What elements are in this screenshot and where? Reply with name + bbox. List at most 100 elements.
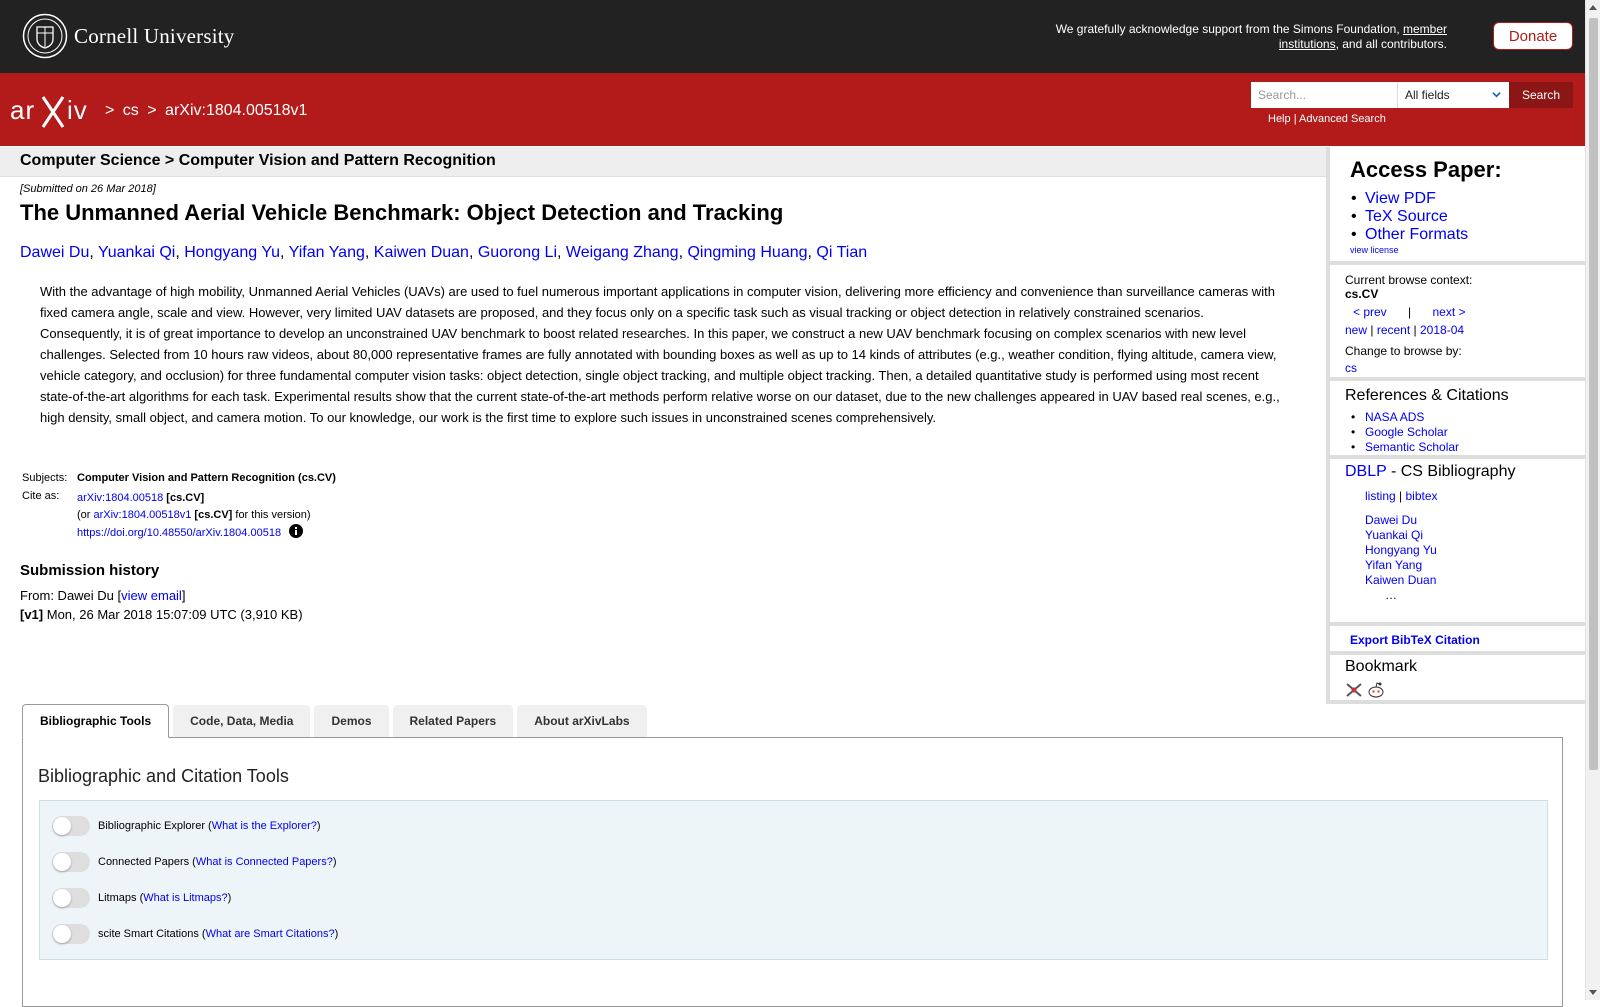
submission-history-heading: Submission history bbox=[20, 562, 160, 579]
google-scholar-link[interactable]: Google Scholar bbox=[1365, 425, 1448, 439]
browse-context-section: Current browse context: cs.CV < prev | n… bbox=[1330, 265, 1585, 381]
info-icon[interactable] bbox=[289, 524, 304, 538]
view-pdf-link[interactable]: View PDF bbox=[1365, 190, 1436, 207]
tool-help-link[interactable]: What is Connected Papers? bbox=[196, 856, 333, 868]
tab-demos[interactable]: Demos bbox=[314, 705, 389, 737]
search-field-select[interactable]: All fields bbox=[1397, 82, 1509, 108]
dblp-author-link[interactable]: Hongyang Yu bbox=[1365, 543, 1437, 557]
semantic-scholar-link[interactable]: Semantic Scholar bbox=[1365, 440, 1459, 454]
dblp-rest: - CS Bibliography bbox=[1386, 463, 1516, 480]
explorer-toggle[interactable] bbox=[52, 816, 90, 836]
export-bibtex-button[interactable]: Export BibTeX Citation bbox=[1350, 633, 1480, 647]
subjects-value: Computer Vision and Pattern Recognition … bbox=[77, 472, 336, 484]
scroll-down-arrow-icon[interactable] bbox=[1589, 990, 1597, 995]
tab-about-arxivlabs[interactable]: About arXivLabs bbox=[517, 705, 647, 737]
labs-tabs: Bibliographic Tools Code, Data, Media De… bbox=[22, 704, 651, 738]
access-links: View PDF TeX Source Other Formats bbox=[1351, 190, 1468, 244]
submitter: From: Dawei Du [view email] bbox=[20, 588, 185, 603]
dblp-author-list: Dawei Du Yuankai Qi Hongyang Yu Yifan Ya… bbox=[1365, 513, 1437, 603]
dblp-author-link[interactable]: Yuankai Qi bbox=[1365, 528, 1423, 542]
tab-related-papers[interactable]: Related Papers bbox=[392, 705, 514, 737]
version-label: [v1] bbox=[20, 607, 44, 622]
more-authors[interactable]: … bbox=[1365, 588, 1437, 603]
author-link[interactable]: Dawei Du bbox=[20, 244, 89, 261]
other-formats-link[interactable]: Other Formats bbox=[1365, 226, 1468, 243]
tool-row: Bibliographic Explorer (What is the Expl… bbox=[52, 816, 321, 836]
author-link[interactable]: Hongyang Yu bbox=[184, 244, 280, 261]
tool-help-link[interactable]: What is Litmaps? bbox=[143, 892, 227, 904]
dblp-author-link[interactable]: Dawei Du bbox=[1365, 513, 1417, 527]
reddit-icon[interactable] bbox=[1367, 681, 1385, 699]
help-sep: | bbox=[1293, 113, 1297, 125]
version-link[interactable]: arXiv:1804.00518v1 bbox=[94, 509, 192, 521]
nasa-ads-link[interactable]: NASA ADS bbox=[1365, 410, 1424, 424]
right-sidebar: Access Paper: View PDF TeX Source Other … bbox=[1326, 147, 1585, 704]
author-link[interactable]: Qi Tian bbox=[816, 244, 867, 261]
tool-row: Litmaps (What is Litmaps?) bbox=[52, 888, 231, 908]
dblp-author-link[interactable]: Yifan Yang bbox=[1365, 558, 1422, 572]
tool-help-link[interactable]: What are Smart Citations? bbox=[206, 928, 335, 940]
next-link[interactable]: next > bbox=[1433, 305, 1466, 319]
cornell-logo[interactable]: Cornell University bbox=[22, 13, 235, 59]
svg-text:iv: iv bbox=[67, 95, 88, 125]
references-title: References & Citations bbox=[1345, 387, 1509, 404]
prev-next-sep: | bbox=[1408, 305, 1412, 319]
dblp-author-link[interactable]: Kaiwen Duan bbox=[1365, 573, 1436, 587]
crumb-sep: > bbox=[105, 102, 115, 119]
scroll-thumb[interactable] bbox=[1589, 18, 1598, 770]
scroll-up-arrow-icon[interactable] bbox=[1589, 5, 1597, 10]
dblp-link[interactable]: DBLP bbox=[1345, 463, 1387, 480]
prev-link[interactable]: < prev bbox=[1353, 305, 1387, 319]
view-license-link[interactable]: view license bbox=[1350, 245, 1399, 255]
export-section: Export BibTeX Citation bbox=[1330, 626, 1585, 655]
donate-button[interactable]: Donate bbox=[1493, 22, 1573, 50]
version-tag: [cs.CV] bbox=[194, 509, 233, 521]
help-link[interactable]: Help bbox=[1268, 113, 1291, 125]
advanced-search-link[interactable]: Advanced Search bbox=[1299, 113, 1386, 125]
dblp-title: DBLP - CS Bibliography bbox=[1345, 463, 1515, 481]
bibsonomy-icon[interactable] bbox=[1345, 681, 1363, 699]
tool-help-link[interactable]: What is the Explorer? bbox=[212, 820, 317, 832]
or-post: for this version) bbox=[232, 509, 311, 521]
search-button[interactable]: Search bbox=[1509, 82, 1573, 108]
category-heading: Computer Science > Computer Vision and P… bbox=[0, 147, 1326, 177]
bookmark-title: Bookmark bbox=[1345, 658, 1418, 675]
list-links: new | recent | 2018-04 bbox=[1345, 323, 1464, 337]
subjects-label: Subjects: bbox=[22, 472, 68, 484]
tab-code-data-media[interactable]: Code, Data, Media bbox=[173, 705, 311, 737]
doi-link[interactable]: https://doi.org/10.48550/arXiv.1804.0051… bbox=[77, 527, 281, 539]
author-link[interactable]: Kaiwen Duan bbox=[374, 244, 469, 261]
cite-link[interactable]: arXiv:1804.00518 bbox=[77, 492, 163, 504]
litmaps-toggle[interactable] bbox=[52, 888, 90, 908]
author-link[interactable]: Qingming Huang bbox=[687, 244, 807, 261]
change-browse-cs-link[interactable]: cs bbox=[1345, 361, 1357, 375]
cite-tag: [cs.CV] bbox=[166, 492, 205, 504]
tool-label: scite Smart Citations bbox=[98, 928, 199, 940]
tab-bibliographic-tools[interactable]: Bibliographic Tools bbox=[22, 704, 170, 738]
cornell-name: Cornell University bbox=[74, 23, 235, 48]
month-link[interactable]: 2018-04 bbox=[1420, 323, 1464, 337]
author-link[interactable]: Guorong Li bbox=[478, 244, 557, 261]
support-pre: We gratefully acknowledge support from t… bbox=[1055, 22, 1403, 36]
arxiv-logo-icon[interactable]: ar iv bbox=[9, 92, 101, 130]
connected-papers-toggle[interactable] bbox=[52, 852, 90, 872]
view-email-link[interactable]: view email bbox=[121, 588, 182, 603]
new-link[interactable]: new bbox=[1345, 323, 1367, 337]
browse-context-value: cs.CV bbox=[1345, 287, 1379, 301]
chevron-down-icon bbox=[1492, 92, 1501, 98]
scite-toggle[interactable] bbox=[52, 924, 90, 944]
tools-title: Bibliographic and Citation Tools bbox=[38, 766, 289, 786]
bibtex-link[interactable]: bibtex bbox=[1406, 489, 1438, 503]
page-scrollbar[interactable] bbox=[1585, 0, 1600, 1000]
author-list: Dawei Du, Yuankai Qi, Hongyang Yu, Yifan… bbox=[20, 244, 868, 261]
tex-source-link[interactable]: TeX Source bbox=[1365, 208, 1448, 225]
author-link[interactable]: Yuankai Qi bbox=[98, 244, 175, 261]
crumb-cs[interactable]: cs bbox=[123, 102, 139, 119]
search-input[interactable]: Search... bbox=[1251, 82, 1397, 108]
author-link[interactable]: Weigang Zhang bbox=[566, 244, 679, 261]
recent-link[interactable]: recent bbox=[1377, 323, 1410, 337]
or-pre: (or bbox=[77, 509, 94, 521]
from-post: ] bbox=[181, 588, 186, 603]
listing-link[interactable]: listing bbox=[1365, 489, 1396, 503]
author-link[interactable]: Yifan Yang bbox=[289, 244, 365, 261]
